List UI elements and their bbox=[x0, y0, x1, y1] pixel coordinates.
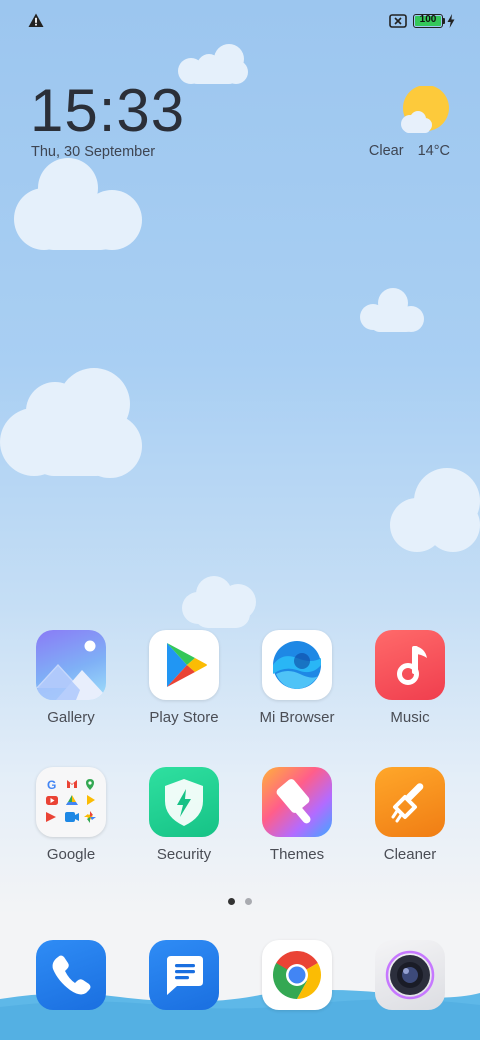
gallery-icon bbox=[36, 630, 106, 700]
app-label-google: Google bbox=[46, 846, 96, 863]
wallpaper-cloud bbox=[182, 574, 260, 632]
dock-phone[interactable] bbox=[16, 940, 126, 1010]
app-mi-browser[interactable]: Mi Browser bbox=[242, 630, 352, 726]
wallpaper-cloud bbox=[178, 42, 250, 86]
weather-temperature: 14°C bbox=[417, 143, 450, 159]
dock-messaging[interactable] bbox=[129, 940, 239, 1010]
security-icon bbox=[149, 767, 219, 837]
clock-date[interactable]: Thu, 30 September bbox=[31, 144, 155, 160]
app-label-security: Security bbox=[156, 846, 212, 863]
dock-chrome[interactable] bbox=[242, 940, 352, 1010]
page-indicator[interactable] bbox=[228, 898, 254, 906]
app-label-themes: Themes bbox=[269, 846, 325, 863]
google-folder-icon: G bbox=[36, 767, 106, 837]
weather-condition: Clear bbox=[368, 143, 404, 159]
page-dot[interactable] bbox=[245, 898, 252, 905]
partly-cloudy-sun-icon[interactable] bbox=[390, 86, 452, 136]
messaging-icon bbox=[149, 940, 219, 1010]
app-label-gallery: Gallery bbox=[47, 709, 95, 726]
music-icon bbox=[375, 630, 445, 700]
app-music[interactable]: Music bbox=[355, 630, 465, 726]
app-gallery[interactable]: Gallery bbox=[16, 630, 126, 726]
battery-tip bbox=[443, 18, 445, 24]
battery-icon: 100 bbox=[413, 14, 443, 28]
battery-level: 100 bbox=[419, 14, 437, 25]
app-security[interactable]: Security bbox=[129, 767, 239, 863]
wallpaper-cloud bbox=[390, 468, 480, 554]
cleaner-icon bbox=[375, 767, 445, 837]
app-label-play-store: Play Store bbox=[149, 709, 219, 726]
app-play-store[interactable]: Play Store bbox=[129, 630, 239, 726]
play-store-icon bbox=[149, 630, 219, 700]
mi-browser-icon bbox=[262, 630, 332, 700]
app-label-music: Music bbox=[390, 709, 430, 726]
themes-icon bbox=[262, 767, 332, 837]
charging-icon bbox=[447, 14, 455, 28]
app-google[interactable]: G Google bbox=[16, 767, 126, 863]
weather-info[interactable]: Clear 14°C bbox=[369, 143, 450, 159]
status-bar: 100 bbox=[0, 0, 480, 44]
no-sim-icon bbox=[389, 14, 407, 28]
svg-text:G: G bbox=[47, 778, 56, 792]
wallpaper-cloud bbox=[0, 368, 145, 480]
alert-icon bbox=[28, 13, 44, 27]
app-themes[interactable]: Themes bbox=[242, 767, 352, 863]
phone-icon bbox=[36, 940, 106, 1010]
app-cleaner[interactable]: Cleaner bbox=[355, 767, 465, 863]
clock-time[interactable]: 15:33 bbox=[30, 78, 185, 144]
dock-camera[interactable] bbox=[355, 940, 465, 1010]
camera-icon bbox=[375, 940, 445, 1010]
app-label-cleaner: Cleaner bbox=[383, 846, 437, 863]
chrome-icon bbox=[262, 940, 332, 1010]
app-label-mi-browser: Mi Browser bbox=[259, 709, 335, 726]
wallpaper-cloud bbox=[12, 158, 144, 253]
page-dot-active[interactable] bbox=[228, 898, 235, 905]
wallpaper-cloud bbox=[358, 286, 426, 334]
